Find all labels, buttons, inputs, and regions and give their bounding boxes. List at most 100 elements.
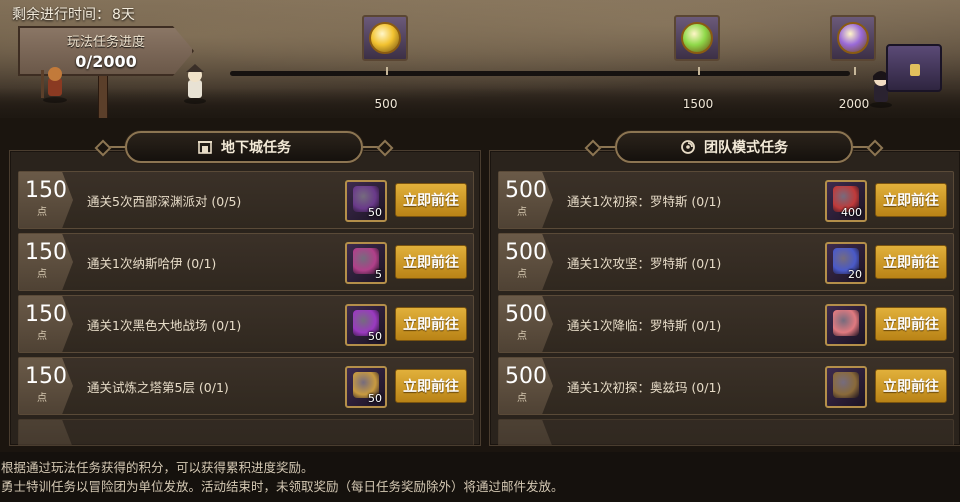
reward-item-icon[interactable]: 20 <box>825 242 867 284</box>
header-plate: 团队模式任务 <box>615 131 853 163</box>
points-value: 500 <box>505 178 547 203</box>
reward-item-icon[interactable] <box>825 366 867 408</box>
reward-item-icon[interactable]: 5 <box>345 242 387 284</box>
progress-banner: 剩余进行时间： 8天 玩法任务进度 0/2000 500 1500 2000 <box>0 0 960 118</box>
reward-glyph-icon <box>833 310 859 336</box>
task-row: 500 点 通关1次初探：罗特斯 (0/1) 400 立即前往 <box>498 171 954 229</box>
points-badge: 500 点 <box>499 296 553 352</box>
remaining-time-value: 8天 <box>112 7 135 23</box>
dungeon-task-title: 地下城任务 <box>221 140 291 156</box>
header-ornament <box>593 146 615 148</box>
reward-quantity: 400 <box>841 206 862 219</box>
team-task-header: 团队模式任务 <box>589 129 879 165</box>
points-badge <box>19 420 73 445</box>
milestone-2000[interactable]: 2000 <box>830 15 876 111</box>
milestone-500[interactable]: 500 <box>362 15 408 111</box>
reward-quantity: 50 <box>368 392 382 405</box>
points-unit: 点 <box>517 393 527 404</box>
footer-note-2: 勇士特训任务以冒险团为单位发放。活动结束时，未领取奖励（每日任务奖励除外）将通过… <box>1 479 564 494</box>
go-now-button[interactable]: 立即前往 <box>395 245 467 279</box>
reward-glyph-icon <box>833 372 859 398</box>
points-badge: 150 点 <box>19 234 73 290</box>
milestone-tick <box>854 67 856 75</box>
points-badge: 150 点 <box>19 358 73 414</box>
points-badge: 150 点 <box>19 296 73 352</box>
go-now-button[interactable]: 立即前往 <box>875 183 947 217</box>
task-name: 通关1次降临：罗特斯 (0/1) <box>567 318 722 333</box>
go-now-button[interactable]: 立即前往 <box>875 245 947 279</box>
milestone-reward-box[interactable] <box>362 15 408 61</box>
points-badge: 500 点 <box>499 172 553 228</box>
purple-coin-icon <box>837 22 869 54</box>
points-unit: 点 <box>37 207 47 218</box>
reward-item-icon[interactable]: 50 <box>345 180 387 222</box>
points-value: 500 <box>505 302 547 327</box>
team-task-panel: 500 点 通关1次初探：罗特斯 (0/1) 400 立即前往 500 点 通关… <box>489 150 960 446</box>
go-now-button[interactable]: 立即前往 <box>875 307 947 341</box>
task-name: 通关1次攻坚：罗特斯 (0/1) <box>567 256 722 271</box>
points-unit: 点 <box>37 269 47 280</box>
gold-coin-icon <box>369 22 401 54</box>
go-now-button[interactable]: 立即前往 <box>875 369 947 403</box>
header-plate: 地下城任务 <box>125 131 363 163</box>
milestone-reward-box[interactable] <box>830 15 876 61</box>
header-ornament <box>103 146 125 148</box>
task-row: 150 点 通关试炼之塔第5层 (0/1) 50 立即前往 <box>18 357 474 415</box>
go-now-button[interactable]: 立即前往 <box>395 369 467 403</box>
reward-quantity: 50 <box>368 330 382 343</box>
header-ornament <box>363 146 385 148</box>
task-name: 通关1次初探：奥兹玛 (0/1) <box>567 380 722 395</box>
reward-item-icon[interactable]: 400 <box>825 180 867 222</box>
reward-item-icon[interactable] <box>825 304 867 346</box>
footer-note-1: 根据通过玩法任务获得的积分，可以获得累积进度奖励。 <box>1 460 314 475</box>
points-value: 500 <box>505 364 547 389</box>
milestone-label: 1500 <box>682 97 714 111</box>
milestone-1500[interactable]: 1500 <box>674 15 720 111</box>
remaining-time-label: 剩余进行时间： <box>12 7 110 23</box>
green-coin-icon <box>681 22 713 54</box>
go-now-button[interactable]: 立即前往 <box>395 307 467 341</box>
task-row: 150 点 通关5次西部深渊派对 (0/5) 50 立即前往 <box>18 171 474 229</box>
points-badge: 500 点 <box>499 358 553 414</box>
reward-item-icon[interactable]: 50 <box>345 366 387 408</box>
milestone-reward-box[interactable] <box>674 15 720 61</box>
signpost-title: 玩法任务进度 <box>66 35 145 50</box>
task-row: 500 点 通关1次降临：罗特斯 (0/1) 立即前往 <box>498 295 954 353</box>
treasure-chest-icon[interactable] <box>886 44 942 92</box>
go-now-button[interactable]: 立即前往 <box>395 183 467 217</box>
adventurer-sprite-icon <box>41 67 67 103</box>
progress-track <box>230 71 850 76</box>
task-name: 通关1次初探：罗特斯 (0/1) <box>567 194 722 209</box>
milestone-tick <box>698 67 700 75</box>
points-badge <box>499 420 553 445</box>
points-value: 150 <box>25 240 67 265</box>
points-badge: 500 点 <box>499 234 553 290</box>
mage-sprite-icon <box>184 64 206 104</box>
signpost-pole <box>98 70 108 118</box>
task-name: 通关5次西部深渊派对 (0/5) <box>87 194 242 209</box>
task-row: 150 点 通关1次纳斯哈伊 (0/1) 5 立即前往 <box>18 233 474 291</box>
task-row: 150 点 通关1次黑色大地战场 (0/1) 50 立即前往 <box>18 295 474 353</box>
task-row-partial <box>18 419 474 445</box>
milestone-label: 2000 <box>838 97 870 111</box>
points-unit: 点 <box>517 331 527 342</box>
signpost-progress: 0/2000 <box>75 52 137 71</box>
milestone-label: 500 <box>374 97 398 111</box>
points-value: 150 <box>25 302 67 327</box>
reward-item-icon[interactable]: 50 <box>345 304 387 346</box>
points-badge: 150 点 <box>19 172 73 228</box>
dungeon-task-panel: 150 点 通关5次西部深渊派对 (0/5) 50 立即前往 150 点 通关1… <box>9 150 481 446</box>
task-name: 通关试炼之塔第5层 (0/1) <box>87 380 229 395</box>
task-row: 500 点 通关1次初探：奥兹玛 (0/1) 立即前往 <box>498 357 954 415</box>
task-row: 500 点 通关1次攻坚：罗特斯 (0/1) 20 立即前往 <box>498 233 954 291</box>
points-unit: 点 <box>517 207 527 218</box>
points-value: 150 <box>25 178 67 203</box>
task-name: 通关1次纳斯哈伊 (0/1) <box>87 256 217 271</box>
points-unit: 点 <box>517 269 527 280</box>
points-unit: 点 <box>37 331 47 342</box>
points-unit: 点 <box>37 393 47 404</box>
team-swirl-icon <box>680 139 696 155</box>
remaining-time: 剩余进行时间： 8天 <box>10 4 135 24</box>
dungeon-task-header: 地下城任务 <box>99 129 389 165</box>
header-ornament <box>853 146 875 148</box>
